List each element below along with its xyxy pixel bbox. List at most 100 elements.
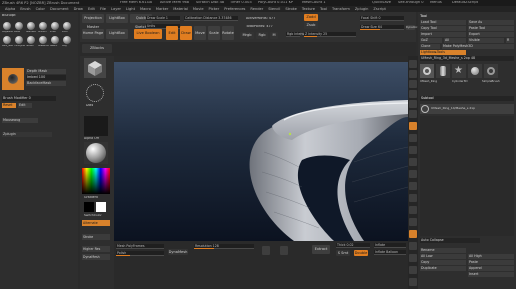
xyz-icon[interactable] [409,158,417,166]
transp-icon[interactable] [409,242,417,250]
duplicate-button[interactable]: Duplicate [420,266,466,271]
spix-icon[interactable] [409,70,417,78]
dots-stroke-icon[interactable] [86,84,104,102]
export-button[interactable]: Export [468,32,514,37]
move-mode-button[interactable]: Move [194,26,206,40]
all-high-button[interactable]: All High [468,254,514,259]
clone-button[interactable]: Clone [420,44,440,49]
rgb-intensity-slider[interactable]: Rgb Intensity [286,32,308,37]
primary-color-swatch[interactable] [84,202,94,212]
resolution-slider[interactable]: Resolution 128 [194,244,254,249]
calibration-distance-slider[interactable]: Calibration Distance 3.37486 [184,16,238,21]
scale-mode-button[interactable]: Scale [208,26,220,40]
s-smt-button[interactable]: S Smt [336,250,350,256]
double-button[interactable]: Double [354,250,368,256]
zplugin-button[interactable]: Zplugin [2,132,52,137]
see-through-slider[interactable]: See-through 0 [398,1,424,5]
append-button[interactable]: Append [468,266,514,271]
dynamesh-toggle-b[interactable] [280,246,288,255]
inflate-balloon-slider[interactable]: Inflate Balloon [374,250,406,255]
paste-tool-button[interactable]: Paste Tool [468,26,514,31]
tool-thumb-star[interactable]: ★ [452,64,466,78]
reset-button[interactable]: Reset [2,103,16,108]
rename-button[interactable]: Rename [420,248,466,253]
tool-thumb-cylinder[interactable] [436,64,450,78]
projection-master-button[interactable]: Projection Master [82,14,104,29]
floor-icon[interactable] [409,134,417,142]
subtool-header[interactable]: Subtool [420,96,514,101]
imbed-slider[interactable]: Imbed 100 [26,75,66,80]
alpha-thumbnail[interactable] [84,116,108,136]
goz-button[interactable]: GoZ [420,38,442,43]
rotate-mode-button[interactable]: Rotate [222,26,234,40]
mesh-polyframes-slider[interactable]: Mesh PolyFrames [116,244,164,249]
r-button[interactable]: R [506,38,514,43]
mrgb-button[interactable]: Mrgb [240,32,254,39]
rotate-icon[interactable] [409,206,417,214]
edit-mode-button[interactable]: Edit [166,26,178,40]
live-boolean-button[interactable]: Live Boolean [134,29,162,39]
draw-size-slider[interactable]: Draw Size 64 [360,25,404,30]
cube-thumbnail[interactable] [84,58,106,78]
quicksave-button[interactable]: QuickSave [372,1,391,5]
lightbox-button[interactable]: LightBox [106,29,128,39]
brush-modifier-slider[interactable]: Brush Modifier 0 [2,96,56,101]
polish-slider[interactable]: Polish [116,251,164,256]
dynamesh-toggle-a[interactable] [262,246,270,255]
menus-button[interactable]: Menus [430,1,442,5]
zadd-button[interactable]: Zadd [304,14,318,21]
secondary-color-swatch[interactable] [96,202,106,212]
brush-thumbnail[interactable] [27,36,35,44]
local-icon[interactable] [409,146,417,154]
alternate-button[interactable]: Alternate [82,220,110,226]
tool-thumb-ring2[interactable] [484,64,498,78]
brush-thumbnail[interactable] [51,36,59,44]
brush-preview-swatch[interactable] [2,68,24,90]
depth-mask-button[interactable]: Depth Mask [26,69,66,74]
tool-thumb-simplebrush[interactable] [468,64,482,78]
actual-icon[interactable] [409,100,417,108]
color-picker[interactable] [82,168,110,194]
dynamic-button[interactable]: Dynamic [406,25,417,30]
switch-color-button[interactable]: SwitchColor [84,214,102,217]
brush-thumbnail[interactable] [39,36,47,44]
brush-thumbnail[interactable] [63,36,71,44]
focal-shift-slider[interactable]: Focal Shift 0 [360,16,404,21]
brush-thumbnail[interactable] [63,22,71,30]
ring-model[interactable] [114,62,408,241]
brush-thumbnail[interactable] [3,22,11,30]
frame-icon[interactable] [409,170,417,178]
draw-mode-button[interactable]: Draw [180,26,192,40]
brush-thumbnail[interactable] [3,36,11,44]
copy-button[interactable]: Copy [420,260,466,265]
make-polymesh-button[interactable]: Make PolyMesh3D [442,44,514,49]
home-page-button[interactable]: Home Page [82,29,104,39]
ghost-icon[interactable] [409,254,417,262]
lightbox-top-button[interactable]: LightBox [106,14,128,23]
brush-thumbnail[interactable] [51,22,59,30]
all-button[interactable]: All [444,38,466,43]
auto-collapse-button[interactable]: Auto Collapse [420,238,480,243]
import-button[interactable]: Import [420,32,466,37]
thick-slider[interactable]: Thick 0.02 [336,243,370,248]
scroll-icon[interactable] [409,80,417,88]
inflate-slider[interactable]: Inflate [374,243,406,248]
tool-thumb-ring[interactable] [420,64,434,78]
zsub-button[interactable]: Zsub [304,22,318,29]
all-low-button[interactable]: All Low [420,254,466,259]
zoom-icon[interactable] [409,90,417,98]
linefill-icon[interactable] [409,218,417,226]
solo-icon[interactable] [409,266,417,274]
z-intensity-slider[interactable]: Z Intensity 25 [304,32,356,37]
dynamesh-side-button[interactable]: DynaMesh [82,254,110,260]
polyf-icon[interactable] [409,230,417,238]
brush-thumbnail[interactable] [15,22,23,30]
persp-icon[interactable] [409,122,417,130]
edit-brush-button[interactable]: Edit [18,103,32,108]
ghost-button[interactable]: ZBlocks [82,44,112,53]
higher-res-button[interactable]: Higher Res [82,246,110,252]
default-script-button[interactable]: DefaultZScript [452,1,478,5]
dynamesh-button[interactable]: DynaMesh [168,249,188,255]
m-button[interactable]: M [270,32,278,39]
rgb-button[interactable]: Rgb [256,32,268,39]
